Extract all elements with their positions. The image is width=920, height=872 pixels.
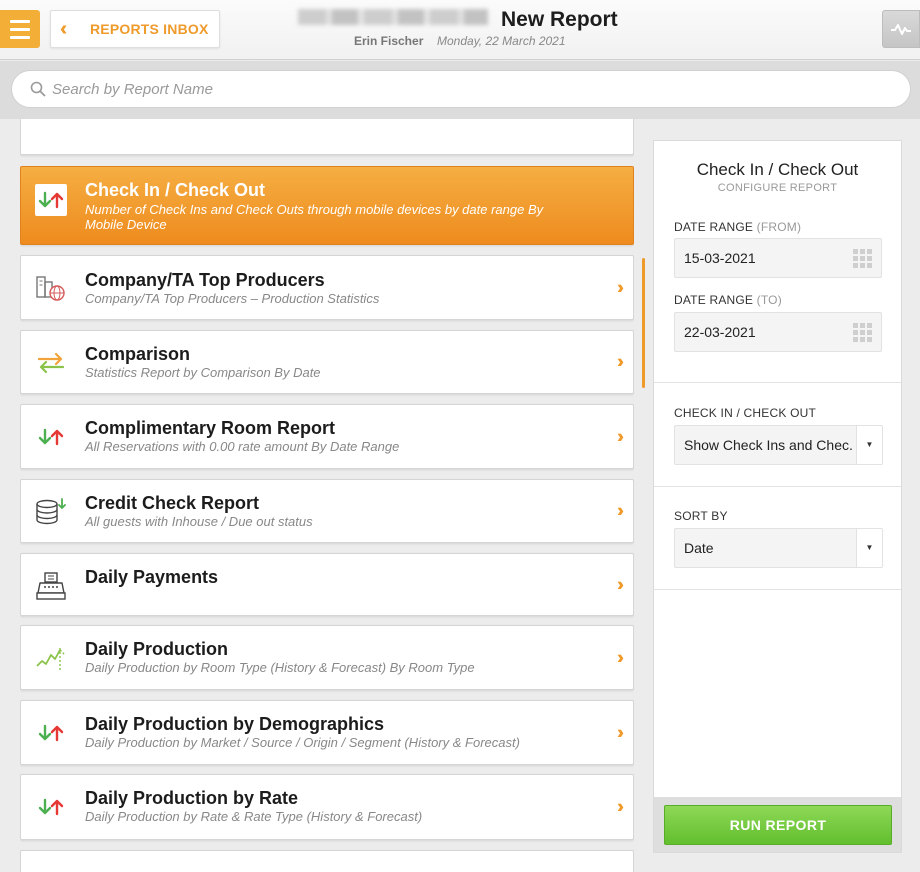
report-description: All guests with Inhouse / Due out status — [85, 514, 313, 529]
report-card-daily-payments[interactable]: Daily Payments ›› — [20, 553, 634, 616]
report-description: Number of Check Ins and Check Outs throu… — [85, 202, 544, 232]
report-card-daily-production[interactable]: Daily Production Daily Production by Roo… — [20, 625, 634, 690]
buildings-globe-icon — [35, 272, 67, 304]
report-title: Daily Production by Demographics — [85, 714, 385, 734]
report-title: Comparison — [85, 344, 191, 364]
panel-subtitle: CONFIGURE REPORT — [717, 182, 838, 194]
report-card-complimentary-room-report[interactable]: Complimentary Room Report All Reservatio… — [20, 404, 634, 469]
caret-down-icon: ▼ — [856, 426, 882, 464]
sort-by-value: Date — [684, 540, 714, 556]
search-bar-area — [0, 61, 920, 119]
date-from-field[interactable]: 15-03-2021 — [674, 238, 882, 278]
arrows-down-up-icon — [35, 717, 67, 749]
date-to-label: DATE RANGE (TO) — [674, 293, 782, 307]
arrows-down-up-icon — [35, 421, 67, 453]
chevron-right-icon: ›› — [617, 722, 624, 742]
menu-line — [10, 27, 30, 31]
report-description: Daily Production by Rate & Rate Type (Hi… — [85, 809, 423, 824]
chevron-right-icon: ›› — [617, 647, 624, 667]
chevron-right-icon: ›› — [617, 574, 624, 594]
page-title: New Report — [501, 8, 618, 31]
arrows-down-up-icon — [35, 791, 67, 823]
trend-chart-icon — [35, 642, 67, 674]
user-name: Erin Fischer — [354, 34, 424, 48]
report-card-comparison[interactable]: Comparison Statistics Report by Comparis… — [20, 330, 634, 394]
top-bar: ‹‹ REPORTS INBOX New Report Erin Fischer… — [0, 0, 920, 60]
coins-icon — [35, 496, 67, 528]
report-card-partial[interactable] — [20, 119, 634, 155]
activity-pulse-icon — [891, 24, 911, 35]
chevron-right-icon: ›› — [617, 796, 624, 817]
report-title: Company/TA Top Producers — [85, 270, 325, 290]
calendar-grid-icon[interactable] — [853, 249, 873, 269]
arrows-down-up-icon — [35, 184, 67, 216]
search-box[interactable] — [11, 70, 911, 108]
section-divider — [654, 486, 901, 487]
run-report-button[interactable]: RUN REPORT — [664, 805, 892, 845]
list-scrollbar[interactable] — [642, 258, 645, 388]
checkin-checkout-label: CHECK IN / CHECK OUT — [674, 406, 817, 420]
report-card-company-ta-top-producers[interactable]: Company/TA Top Producers Company/TA Top … — [20, 255, 634, 320]
sort-by-label: SORT BY — [674, 509, 728, 523]
panel-title: Check In / Check Out — [696, 160, 859, 179]
report-card-daily-production-rate[interactable]: Daily Production by Rate Daily Productio… — [20, 774, 634, 840]
menu-line — [10, 19, 30, 23]
run-report-bar: RUN REPORT — [654, 797, 901, 852]
section-divider — [654, 589, 901, 590]
current-date: Monday, 22 March 2021 — [437, 34, 566, 48]
report-title: Daily Payments — [85, 567, 219, 587]
report-description: All Reservations with 0.00 rate amount B… — [85, 439, 400, 454]
report-card-credit-check-report[interactable]: Credit Check Report All guests with Inho… — [20, 479, 634, 543]
chevron-right-icon: ›› — [617, 426, 624, 446]
report-description: Statistics Report by Comparison By Date — [85, 365, 321, 380]
chevron-right-icon: ›› — [617, 500, 624, 521]
report-description: Daily Production by Room Type (History &… — [85, 660, 475, 675]
sort-by-select[interactable]: Date ▼ — [674, 528, 883, 568]
date-from-label-text: DATE RANGE — [674, 220, 754, 234]
date-from-label-suffix: (FROM) — [756, 220, 802, 234]
report-title: Check In / Check Out — [85, 180, 266, 200]
cash-register-icon — [35, 570, 67, 602]
chevron-right-icon: ›› — [617, 277, 624, 297]
date-to-field[interactable]: 22-03-2021 — [674, 312, 882, 352]
configure-report-panel: Check In / Check Out CONFIGURE REPORT DA… — [653, 140, 902, 853]
search-icon — [30, 81, 46, 97]
report-card-daily-production-demographics[interactable]: Daily Production by Demographics Daily P… — [20, 700, 634, 765]
date-from-label: DATE RANGE (FROM) — [674, 220, 801, 234]
report-title: Daily Production — [85, 639, 229, 659]
section-divider — [654, 382, 901, 383]
checkin-checkout-value: Show Check Ins and Chec. — [684, 437, 853, 453]
report-card-partial[interactable] — [20, 850, 634, 872]
hotel-name-redacted — [298, 9, 488, 25]
date-to-label-text: DATE RANGE — [674, 293, 754, 307]
date-to-value: 22-03-2021 — [684, 324, 756, 340]
report-title: Credit Check Report — [85, 493, 260, 513]
double-chevron-left-icon: ‹‹ — [60, 17, 67, 40]
report-description: Company/TA Top Producers – Production St… — [85, 291, 380, 306]
swap-arrows-icon — [35, 347, 67, 379]
checkin-checkout-select[interactable]: Show Check Ins and Chec. ▼ — [674, 425, 883, 465]
chevron-right-icon: ›› — [617, 351, 624, 372]
report-list: Check In / Check Out Number of Check Ins… — [20, 119, 634, 872]
date-to-label-suffix: (TO) — [756, 293, 782, 307]
caret-down-icon: ▼ — [856, 529, 882, 567]
reports-inbox-label: REPORTS INBOX — [90, 21, 209, 37]
report-title: Complimentary Room Report — [85, 418, 336, 438]
search-input[interactable] — [52, 80, 872, 98]
report-title: Daily Production by Rate — [85, 788, 299, 808]
menu-line — [10, 35, 30, 39]
calendar-grid-icon[interactable] — [853, 323, 873, 343]
reports-inbox-button[interactable]: ‹‹ REPORTS INBOX — [50, 10, 220, 48]
report-description: Daily Production by Market / Source / Or… — [85, 735, 520, 750]
hamburger-menu-button[interactable] — [0, 10, 40, 48]
date-from-value: 15-03-2021 — [684, 250, 756, 266]
report-card-check-in-check-out[interactable]: Check In / Check Out Number of Check Ins… — [20, 166, 634, 245]
activity-button[interactable] — [882, 10, 920, 48]
